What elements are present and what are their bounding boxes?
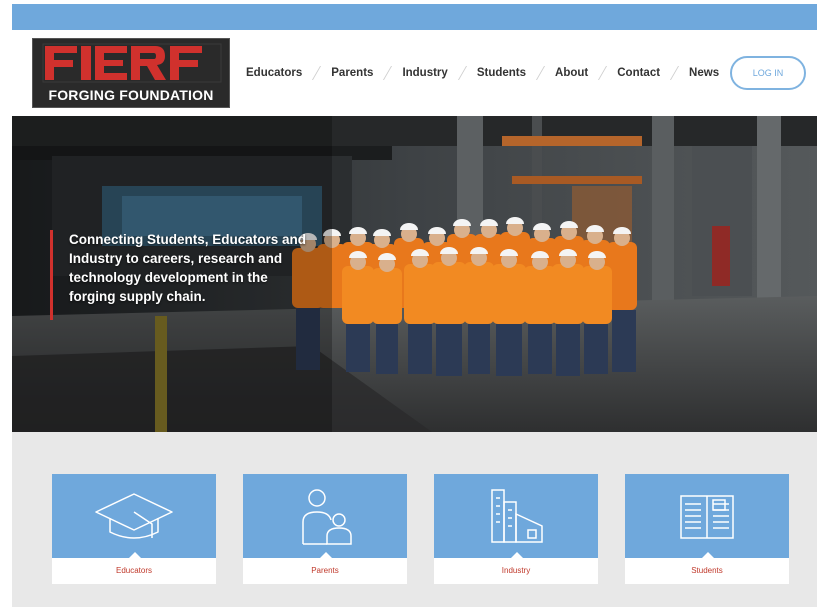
hero-tagline-block: Connecting Students, Educators and Indus… <box>50 230 310 320</box>
login-button[interactable]: LOG IN <box>730 56 806 90</box>
top-accent-bar <box>12 4 817 30</box>
nav-divider <box>598 66 608 80</box>
hero-banner: Connecting Students, Educators and Indus… <box>12 116 817 432</box>
nav-contact[interactable]: Contact <box>617 67 660 79</box>
nav-industry[interactable]: Industry <box>402 67 447 79</box>
nav-parents[interactable]: Parents <box>331 67 373 79</box>
nav-news[interactable]: News <box>689 67 719 79</box>
nav-about[interactable]: About <box>555 67 588 79</box>
open-book-icon <box>680 495 734 539</box>
card-educators-label[interactable]: Educators <box>52 558 216 584</box>
nav-divider <box>535 66 546 80</box>
card-industry[interactable]: Industry <box>434 474 598 586</box>
nav-divider <box>312 66 322 80</box>
main-nav: Educators Parents Industry Students Abou… <box>246 58 719 88</box>
card-parents[interactable]: Parents <box>243 474 407 586</box>
nav-educators[interactable]: Educators <box>246 67 302 79</box>
card-students[interactable]: Students <box>625 474 789 586</box>
card-industry-label[interactable]: Industry <box>434 558 598 584</box>
fierf-logo[interactable]: FORGING FOUNDATION <box>32 38 230 108</box>
parent-child-icon <box>302 489 352 545</box>
card-parents-label[interactable]: Parents <box>243 558 407 584</box>
buildings-icon <box>491 489 543 543</box>
audience-section: Educators Parents Industry Students <box>12 432 817 607</box>
logo-wordmark-graphic <box>41 43 223 83</box>
nav-divider <box>457 66 467 80</box>
site-header: FORGING FOUNDATION Educators Parents Ind… <box>12 30 817 116</box>
nav-divider <box>670 66 680 80</box>
logo-subtitle: FORGING FOUNDATION <box>48 87 214 103</box>
card-educators[interactable]: Educators <box>52 474 216 586</box>
page: FORGING FOUNDATION Educators Parents Ind… <box>0 0 817 607</box>
hero-tagline: Connecting Students, Educators and Indus… <box>69 232 307 304</box>
card-students-label[interactable]: Students <box>625 558 789 584</box>
graduation-cap-icon <box>95 493 173 539</box>
nav-divider <box>383 66 393 80</box>
nav-students[interactable]: Students <box>477 67 526 79</box>
